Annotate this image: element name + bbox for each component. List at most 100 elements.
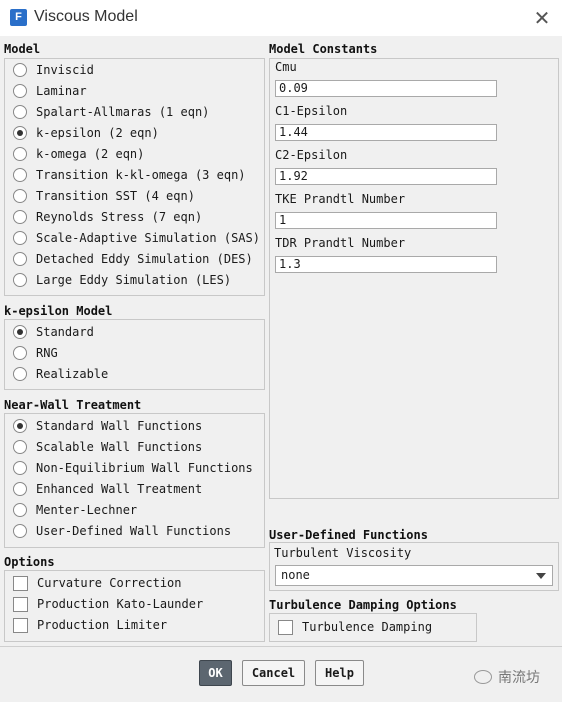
model-group-title: Model xyxy=(4,42,41,56)
options-group: Curvature Correction Production Kato-Laun… xyxy=(4,570,265,642)
turbulent-viscosity-label: Turbulent Viscosity xyxy=(274,546,412,560)
checkbox-production-limiter[interactable]: Production Limiter xyxy=(13,615,167,635)
radio-label: Non-Equilibrium Wall Functions xyxy=(36,461,253,475)
radio-large-eddy-simulation-les[interactable]: Large Eddy Simulation (LES) xyxy=(13,270,231,290)
constant-label-tke-prandtl-number: TKE Prandtl Number xyxy=(275,192,406,206)
chevron-down-icon xyxy=(536,573,546,579)
radio-button xyxy=(13,147,27,161)
options-group-title: Options xyxy=(4,555,55,569)
checkbox-box xyxy=(13,617,28,633)
turbulent-viscosity-select[interactable]: none xyxy=(275,565,553,586)
radio-button xyxy=(13,84,27,98)
radio-k-epsilon-2-eqn[interactable]: k-epsilon (2 eqn) xyxy=(13,123,159,143)
radio-label: Enhanced Wall Treatment xyxy=(36,482,203,496)
radio-label: Standard Wall Functions xyxy=(36,419,203,433)
checkbox-label: Production Limiter xyxy=(37,618,168,632)
title-bar: F Viscous Model ✕ xyxy=(0,0,562,36)
radio-button xyxy=(13,325,27,339)
footer-separator xyxy=(0,646,562,647)
radio-label: Standard xyxy=(36,325,94,339)
checkbox-production-kato-launder[interactable]: Production Kato-Launder xyxy=(13,594,203,614)
radio-realizable[interactable]: Realizable xyxy=(13,364,108,384)
udf-group-title: User-Defined Functions xyxy=(269,528,428,542)
model-group: Inviscid Laminar Spalart-Allmaras (1 eqn) k… xyxy=(4,58,265,296)
radio-label: Scale-Adaptive Simulation (SAS) xyxy=(36,231,260,245)
radio-spalart-allmaras-1-eqn[interactable]: Spalart-Allmaras (1 eqn) xyxy=(13,102,209,122)
checkbox-curvature-correction[interactable]: Curvature Correction xyxy=(13,573,182,593)
radio-label: Detached Eddy Simulation (DES) xyxy=(36,252,253,266)
checkbox-label: Production Kato-Launder xyxy=(37,597,204,611)
radio-button xyxy=(13,503,27,517)
radio-label: Spalart-Allmaras (1 eqn) xyxy=(36,105,210,119)
turbulence-damping-checkbox[interactable]: Turbulence Damping xyxy=(278,617,432,637)
radio-transition-k-kl-omega-3-eqn[interactable]: Transition k-kl-omega (3 eqn) xyxy=(13,165,246,185)
constant-input-tdr-prandtl-number[interactable]: 1.3 xyxy=(275,256,497,273)
cancel-button[interactable]: Cancel xyxy=(242,660,305,686)
radio-k-omega-2-eqn[interactable]: k-omega (2 eqn) xyxy=(13,144,144,164)
radio-label: Scalable Wall Functions xyxy=(36,440,203,454)
radio-user-defined-wall-functions[interactable]: User-Defined Wall Functions xyxy=(13,521,231,541)
constant-input-cmu[interactable]: 0.09 xyxy=(275,80,497,97)
radio-button xyxy=(13,346,27,360)
damping-group-title: Turbulence Damping Options xyxy=(269,598,457,612)
radio-button xyxy=(13,419,27,433)
radio-button xyxy=(13,168,27,182)
radio-button xyxy=(13,63,27,77)
radio-label: k-epsilon (2 eqn) xyxy=(36,126,159,140)
constant-input-c2-epsilon[interactable]: 1.92 xyxy=(275,168,497,185)
radio-button xyxy=(13,252,27,266)
radio-label: Reynolds Stress (7 eqn) xyxy=(36,210,203,224)
constant-label-cmu: Cmu xyxy=(275,60,297,74)
fluent-app-icon: F xyxy=(10,9,27,26)
checkbox-label: Curvature Correction xyxy=(37,576,182,590)
kepsilon-group: Standard RNG Realizable xyxy=(4,319,265,390)
checkbox-box xyxy=(278,619,293,635)
turbulence-damping-label: Turbulence Damping xyxy=(302,620,433,634)
model-constants-panel: Cmu 0.09 C1-Epsilon 1.44 C2-Epsilon 1.92 TKE P… xyxy=(269,58,559,499)
radio-label: Laminar xyxy=(36,84,87,98)
radio-menter-lechner[interactable]: Menter-Lechner xyxy=(13,500,137,520)
turbulent-viscosity-value: none xyxy=(281,568,310,582)
watermark-text: 南流坊 xyxy=(498,670,540,686)
radio-label: Menter-Lechner xyxy=(36,503,138,517)
radio-label: Transition k-kl-omega (3 eqn) xyxy=(36,168,246,182)
radio-detached-eddy-simulation-des[interactable]: Detached Eddy Simulation (DES) xyxy=(13,249,253,269)
radio-label: Transition SST (4 eqn) xyxy=(36,189,195,203)
radio-button xyxy=(13,461,27,475)
radio-reynolds-stress-7-eqn[interactable]: Reynolds Stress (7 eqn) xyxy=(13,207,202,227)
radio-button xyxy=(13,231,27,245)
radio-laminar[interactable]: Laminar xyxy=(13,81,87,101)
damping-group: Turbulence Damping xyxy=(269,613,477,642)
radio-inviscid[interactable]: Inviscid xyxy=(13,60,94,80)
constant-label-tdr-prandtl-number: TDR Prandtl Number xyxy=(275,236,406,250)
radio-label: k-omega (2 eqn) xyxy=(36,147,145,161)
constants-group-title: Model Constants xyxy=(269,42,378,56)
radio-button xyxy=(13,524,27,538)
radio-standard-wall-functions[interactable]: Standard Wall Functions xyxy=(13,416,202,436)
radio-button xyxy=(13,440,27,454)
constant-input-tke-prandtl-number[interactable]: 1 xyxy=(275,212,497,229)
ok-button[interactable]: OK xyxy=(199,660,232,686)
help-button[interactable]: Help xyxy=(315,660,364,686)
checkbox-box xyxy=(13,596,28,612)
kepsilon-group-title: k-epsilon Model xyxy=(4,304,113,318)
radio-non-equilibrium-wall-functions[interactable]: Non-Equilibrium Wall Functions xyxy=(13,458,253,478)
constant-input-c1-epsilon[interactable]: 1.44 xyxy=(275,124,497,141)
radio-button xyxy=(13,189,27,203)
constant-label-c1-epsilon: C1-Epsilon xyxy=(275,104,348,118)
checkbox-box xyxy=(13,575,28,591)
radio-scale-adaptive-simulation-sas[interactable]: Scale-Adaptive Simulation (SAS) xyxy=(13,228,260,248)
radio-rng[interactable]: RNG xyxy=(13,343,58,363)
radio-scalable-wall-functions[interactable]: Scalable Wall Functions xyxy=(13,437,202,457)
radio-standard[interactable]: Standard xyxy=(13,322,94,342)
radio-enhanced-wall-treatment[interactable]: Enhanced Wall Treatment xyxy=(13,479,202,499)
wechat-icon xyxy=(474,670,492,684)
radio-transition-sst-4-eqn[interactable]: Transition SST (4 eqn) xyxy=(13,186,195,206)
radio-label: Inviscid xyxy=(36,63,94,77)
radio-label: Large Eddy Simulation (LES) xyxy=(36,273,232,287)
radio-button xyxy=(13,367,27,381)
constant-label-c2-epsilon: C2-Epsilon xyxy=(275,148,348,162)
udf-group: Turbulent Viscosity none xyxy=(269,542,559,591)
close-icon[interactable]: ✕ xyxy=(530,6,554,30)
nearwall-group: Standard Wall Functions Scalable Wall Fun… xyxy=(4,413,265,548)
